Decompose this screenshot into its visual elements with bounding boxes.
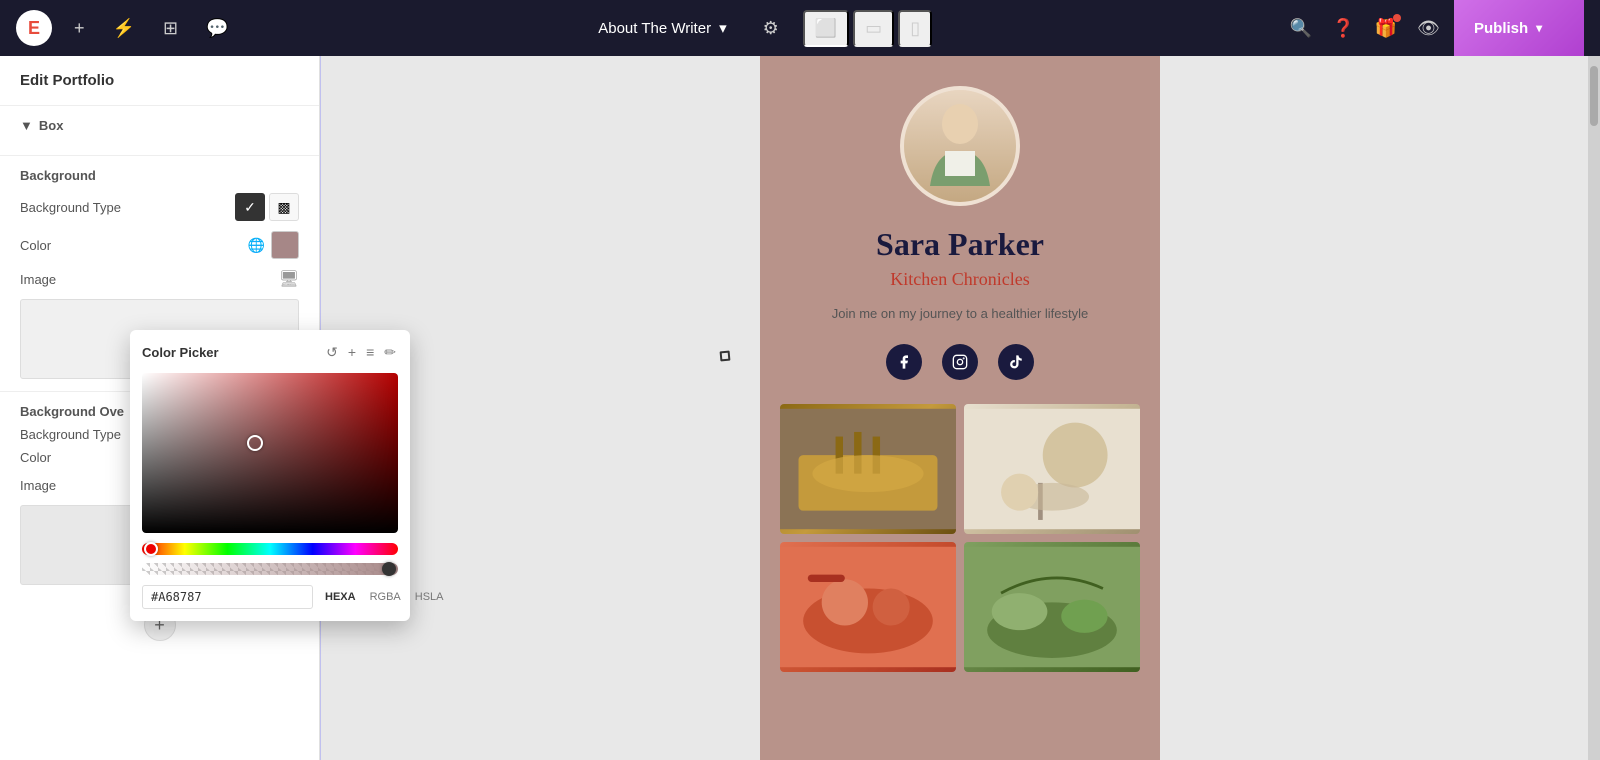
- panel-header: Edit Portfolio: [0, 56, 319, 106]
- facebook-icon[interactable]: [886, 344, 922, 380]
- mobile-device-btn[interactable]: ▯: [898, 10, 932, 47]
- chevron-down-icon: ▾: [719, 19, 727, 37]
- profile-image: [904, 90, 1016, 202]
- bg-overlay-type-label: Background Type: [20, 427, 121, 442]
- profile-circle: [900, 86, 1020, 206]
- box-section-label[interactable]: ▼ Box: [20, 118, 299, 133]
- image-icon[interactable]: 🖥: [279, 269, 299, 289]
- bg-type-buttons: ✓ ▩: [235, 193, 299, 221]
- profile-svg: [920, 96, 1000, 196]
- publish-chevron-icon: ▾: [1536, 21, 1542, 35]
- elementor-logo[interactable]: E: [16, 10, 52, 46]
- notification-dot: [1393, 14, 1401, 22]
- canvas-scrollbar-thumb[interactable]: [1590, 66, 1598, 126]
- top-bar: E + ⚡ ⊞ 💬 About The Writer ▾ ⚙ ⬜ ▭ ▯ 🔍 ❓…: [0, 0, 1600, 56]
- food-item-3: [780, 542, 956, 672]
- canvas-scrollbar[interactable]: [1588, 56, 1600, 760]
- publish-button[interactable]: Publish ▾: [1454, 0, 1584, 56]
- food-grid: [780, 404, 1140, 672]
- cp-header: Color Picker ↺ + ≡ ✏: [142, 342, 398, 363]
- hexa-tab[interactable]: HEXA: [321, 589, 360, 605]
- color-swatch[interactable]: [271, 231, 299, 259]
- cp-cursor: [247, 435, 263, 451]
- bg-type-label: Background Type: [20, 200, 121, 215]
- cp-hue-thumb: [144, 542, 158, 556]
- image-label: Image: [20, 272, 56, 287]
- image-row: Image 🖥: [20, 269, 299, 289]
- background-section-label: Background: [20, 168, 299, 183]
- logo-letter: E: [28, 18, 40, 39]
- tablet-device-btn[interactable]: ▭: [853, 10, 894, 47]
- profile-tagline: Kitchen Chronicles: [890, 269, 1029, 290]
- image-overlay-label: Image: [20, 478, 56, 493]
- cp-reset-btn[interactable]: ↺: [324, 342, 340, 363]
- cp-actions: ↺ + ≡ ✏: [324, 342, 398, 363]
- color-label: Color: [20, 238, 51, 253]
- rgba-tab[interactable]: RGBA: [366, 589, 405, 605]
- gift-icon[interactable]: 🎁: [1369, 12, 1403, 45]
- publish-label: Publish: [1474, 20, 1528, 37]
- food-item-1: [780, 404, 956, 534]
- layers-icon[interactable]: ⊞: [157, 12, 184, 45]
- solid-type-btn[interactable]: ✓: [235, 193, 265, 221]
- help-icon[interactable]: ❓: [1326, 12, 1360, 45]
- cp-swatches-btn[interactable]: ≡: [364, 342, 376, 363]
- canvas-area: Sara Parker Kitchen Chronicles Join me o…: [320, 56, 1600, 760]
- search-icon[interactable]: 🔍: [1284, 12, 1318, 45]
- desktop-device-btn[interactable]: ⬜: [803, 10, 849, 47]
- cp-hex-input[interactable]: [142, 585, 313, 609]
- page-selector[interactable]: About The Writer ▾: [586, 13, 738, 43]
- cp-alpha-thumb: [382, 562, 396, 576]
- page-title: About The Writer: [598, 20, 711, 37]
- food-item-2: [964, 404, 1140, 534]
- background-type-row: Background Type ✓ ▩: [20, 193, 299, 221]
- food-item-4: [964, 542, 1140, 672]
- collapse-arrow-icon: ▼: [20, 118, 33, 133]
- gradient-type-btn[interactable]: ▩: [269, 193, 299, 221]
- add-element-icon[interactable]: +: [68, 12, 91, 45]
- panel-title: Edit Portfolio: [20, 72, 114, 89]
- color-overlay-label: Color: [20, 450, 51, 465]
- cp-title: Color Picker: [142, 345, 219, 360]
- tiktok-icon[interactable]: [998, 344, 1034, 380]
- eye-icon[interactable]: 👁: [1411, 12, 1446, 45]
- box-section: ▼ Box: [0, 106, 319, 155]
- cp-hex-row: HEXA RGBA HSLA: [142, 585, 398, 609]
- page-preview: Sara Parker Kitchen Chronicles Join me o…: [760, 56, 1160, 760]
- cursor-indicator: [720, 351, 731, 362]
- cp-gradient-area[interactable]: [142, 373, 398, 533]
- global-color-icon[interactable]: 🌐: [248, 237, 265, 254]
- color-swatch-container: 🌐: [248, 231, 299, 259]
- color-picker-popup: Color Picker ↺ + ≡ ✏ HEXA RGBA: [130, 330, 410, 621]
- comments-icon[interactable]: 💬: [200, 12, 234, 45]
- color-row: Color 🌐: [20, 231, 299, 259]
- cp-eyedropper-btn[interactable]: ✏: [382, 342, 398, 363]
- instagram-icon[interactable]: [942, 344, 978, 380]
- settings-icon[interactable]: ⚙: [763, 18, 779, 39]
- hamburger-icon[interactable]: ⚡: [107, 12, 141, 45]
- cp-format-tabs: HEXA RGBA HSLA: [321, 589, 448, 605]
- profile-name: Sara Parker: [876, 226, 1044, 263]
- profile-bio: Join me on my journey to a healthier lif…: [832, 304, 1089, 324]
- device-switcher: ⬜ ▭ ▯: [803, 10, 932, 47]
- cp-add-btn[interactable]: +: [346, 342, 358, 363]
- cp-hue-slider[interactable]: [142, 543, 398, 555]
- cp-alpha-slider[interactable]: [142, 563, 398, 575]
- hsla-tab[interactable]: HSLA: [411, 589, 448, 605]
- social-icons: [886, 344, 1034, 380]
